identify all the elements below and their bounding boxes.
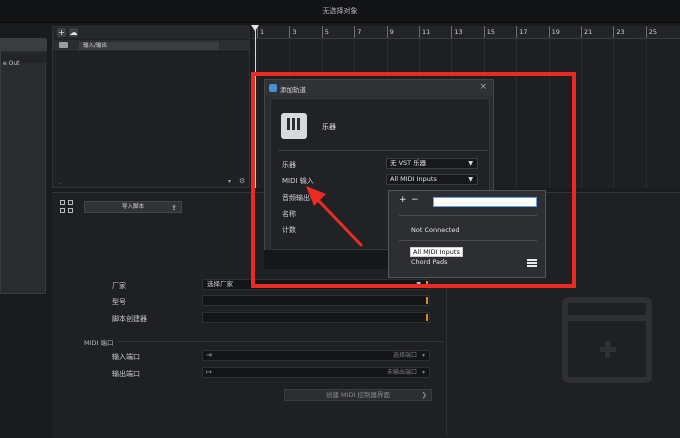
ruler-tick: 3 xyxy=(289,26,297,38)
annotation-arrow xyxy=(306,186,364,248)
create-button-label: 创建 MIDI 控制器界面 xyxy=(325,391,391,399)
input-port-value: 选择端口 xyxy=(392,352,417,359)
ruler-tick: 21 xyxy=(580,26,593,38)
vendor-value: 选择厂家 xyxy=(207,280,233,288)
output-port-label: 输出端口 xyxy=(112,370,140,378)
ruler-tick: 13 xyxy=(451,26,463,38)
inspector-panel: e Out xyxy=(0,38,47,294)
input-port-icon: ⇥ xyxy=(206,351,212,359)
add-surface-icon[interactable] xyxy=(562,297,652,383)
import-script-button[interactable]: 导入脚本 ⇪ xyxy=(84,201,182,213)
folder-icon xyxy=(59,42,68,48)
model-label: 型号 xyxy=(112,298,126,306)
folder-track[interactable]: 输入/输出 xyxy=(53,40,249,52)
chevron-down-icon: ▾ xyxy=(421,369,425,376)
ruler-tick: 15 xyxy=(483,26,496,38)
playhead-marker-icon[interactable] xyxy=(251,25,259,31)
ruler-tick: 23 xyxy=(613,26,625,38)
script-author-field[interactable] xyxy=(202,312,430,323)
ruler-tick: 1 xyxy=(256,26,265,38)
inspector-output-label: e Out xyxy=(3,60,20,67)
import-script-label: 导入脚本 xyxy=(121,204,144,210)
add-track-button[interactable]: + xyxy=(57,28,66,37)
chevron-down-icon: ▾ xyxy=(421,352,425,359)
inspector-header[interactable] xyxy=(1,39,47,51)
track-list-toolbar: + ☁ xyxy=(53,27,249,39)
window-title: 无选择对象 xyxy=(322,7,358,15)
ruler-tick: 9 xyxy=(386,26,394,38)
midi-ports-heading: MIDI 端口 xyxy=(84,339,114,347)
track-list: + ☁ 输入/输出 . ▾ ⚙ xyxy=(52,26,250,188)
required-marker xyxy=(426,297,428,304)
chevron-right-icon: ❯ xyxy=(421,391,427,399)
ruler-tick: 17 xyxy=(516,26,528,38)
ruler-tick: 19 xyxy=(548,26,560,38)
gear-icon[interactable]: ⚙ xyxy=(239,177,245,185)
track-list-dot: . xyxy=(59,179,61,186)
ruler-tick: 25 xyxy=(645,26,658,38)
section-divider xyxy=(118,341,444,342)
track-list-dropdown-icon[interactable]: ▾ xyxy=(228,178,231,185)
create-midi-controller-button[interactable]: 创建 MIDI 控制器界面 ❯ xyxy=(284,389,432,401)
input-port-select[interactable]: ⇥ 选择端口 ▾ xyxy=(202,350,430,361)
title-bar: 无选择对象 xyxy=(0,0,680,23)
vendor-label: 厂家 xyxy=(112,282,126,290)
track-name[interactable]: 输入/输出 xyxy=(79,42,219,50)
panel-divider xyxy=(446,285,447,437)
script-author-label: 脚本创建器 xyxy=(112,315,147,323)
cloud-icon[interactable]: ☁ xyxy=(69,28,78,37)
output-port-select[interactable]: ↦ 未输出端口 ▾ xyxy=(202,367,430,378)
grid-line xyxy=(645,38,647,188)
import-icon: ⇪ xyxy=(171,204,177,212)
output-port-icon: ↦ xyxy=(206,368,212,376)
grid-line xyxy=(581,38,582,188)
input-port-label: 输入端口 xyxy=(112,353,140,361)
model-field[interactable] xyxy=(202,295,430,306)
ruler-tick: 11 xyxy=(418,26,431,38)
layout-grid-icon[interactable] xyxy=(60,200,74,214)
ruler-tick: 7 xyxy=(354,26,362,38)
output-port-value: 未输出端口 xyxy=(386,369,417,376)
ruler-tick: 5 xyxy=(321,26,329,38)
grid-line xyxy=(613,38,615,188)
required-marker xyxy=(426,314,428,321)
